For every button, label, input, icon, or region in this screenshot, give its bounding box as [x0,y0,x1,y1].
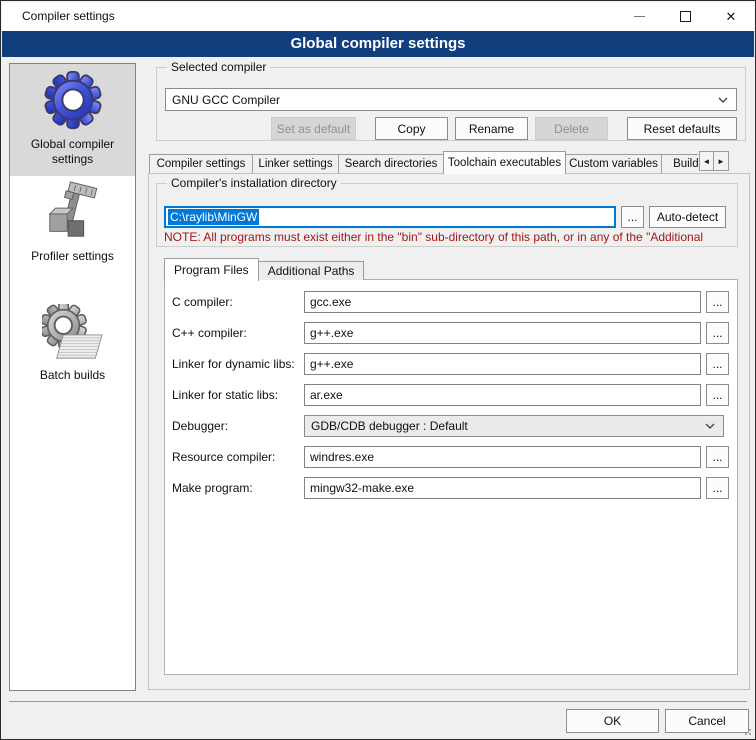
autodetect-button[interactable]: Auto-detect [649,206,726,228]
delete-button[interactable]: Delete [535,117,608,140]
rename-button[interactable]: Rename [455,117,528,140]
footer-divider [9,701,747,702]
tab-search-directories[interactable]: Search directories [338,154,444,174]
maximize-icon [680,11,691,22]
gear-stack-icon [42,304,104,362]
titlebar: Compiler settings ✕ [2,2,754,31]
resource-compiler-browse-button[interactable]: ... [706,446,729,468]
resize-grip[interactable] [742,726,751,735]
settings-category-list: Global compiler settings Profiler settin… [9,63,136,691]
resource-compiler-input[interactable] [304,446,701,468]
reset-defaults-button[interactable]: Reset defaults [627,117,737,140]
window-controls: ✕ [616,2,754,31]
dialog-header: Global compiler settings [2,31,754,57]
debugger-select-value: GDB/CDB debugger : Default [311,419,468,433]
make-program-browse-button[interactable]: ... [706,477,729,499]
compiler-select-value: GNU GCC Compiler [172,93,280,107]
sidebar-item-label: Profiler settings [13,249,132,264]
c-compiler-input[interactable] [304,291,701,313]
window-title: Compiler settings [22,2,115,31]
browse-directory-button[interactable]: ... [621,206,644,228]
tab-linker-settings[interactable]: Linker settings [252,154,339,174]
make-program-label: Make program: [172,477,303,499]
right-arrow-icon: ► [717,157,725,166]
chevron-down-icon [718,97,728,103]
resource-compiler-label: Resource compiler: [172,446,303,468]
note-text: NOTE: All programs must exist either in … [164,230,737,244]
tab-scroll-left-button[interactable]: ◄ [699,151,714,171]
linker-static-label: Linker for static libs: [172,384,303,406]
tab-toolchain-executables[interactable]: Toolchain executables [443,151,566,174]
cpp-compiler-input[interactable] [304,322,701,344]
minimize-button[interactable] [616,2,662,31]
linker-static-input[interactable] [304,384,701,406]
caliper-icon [42,181,104,243]
installation-directory-input[interactable]: C:\raylib\MinGW [164,206,616,228]
tab-custom-variables[interactable]: Custom variables [565,154,662,174]
selected-compiler-legend: Selected compiler [167,60,270,74]
installation-directory-legend: Compiler's installation directory [167,176,341,190]
debugger-label: Debugger: [172,415,303,437]
toolchain-subtabs: Program Files Additional Paths [164,258,363,280]
compiler-actions: Set as default Copy Rename Delete Reset … [165,117,737,140]
cancel-button[interactable]: Cancel [665,709,749,733]
compiler-settings-dialog: Compiler settings ✕ Global compiler sett… [0,0,756,740]
compiler-select[interactable]: GNU GCC Compiler [165,88,737,111]
cpp-compiler-browse-button[interactable]: ... [706,322,729,344]
cpp-compiler-label: C++ compiler: [172,322,303,344]
linker-dynamic-browse-button[interactable]: ... [706,353,729,375]
minimize-icon [634,16,645,17]
debugger-select[interactable]: GDB/CDB debugger : Default [304,415,724,437]
ok-button[interactable]: OK [566,709,659,733]
linker-dynamic-label: Linker for dynamic libs: [172,353,303,375]
sidebar-item-label: Global compiler settings [13,137,132,167]
close-button[interactable]: ✕ [708,2,754,31]
subtab-program-files[interactable]: Program Files [164,258,259,281]
sidebar-item-global-compiler-settings[interactable]: Global compiler settings [10,64,135,176]
left-arrow-icon: ◄ [703,157,711,166]
settings-tabstrip: Compiler settings Linker settings Search… [149,151,698,174]
sidebar-item-profiler-settings[interactable]: Profiler settings [10,176,135,273]
linker-static-browse-button[interactable]: ... [706,384,729,406]
make-program-input[interactable] [304,477,701,499]
chevron-down-icon [705,423,715,429]
tab-compiler-settings[interactable]: Compiler settings [149,154,253,174]
tab-scroll-buttons: ◄ ► [699,151,729,171]
close-icon: ✕ [726,10,737,23]
maximize-button[interactable] [662,2,708,31]
linker-dynamic-input[interactable] [304,353,701,375]
copy-button[interactable]: Copy [375,117,448,140]
selected-compiler-group: Selected compiler GNU GCC Compiler Set a… [156,67,746,141]
c-compiler-browse-button[interactable]: ... [706,291,729,313]
tab-build-options[interactable]: Build options [661,154,698,174]
blue-gear-icon [42,69,104,131]
selected-path-text: C:\raylib\MinGW [168,209,259,225]
tab-scroll-right-button[interactable]: ► [714,151,729,171]
sidebar-item-label: Batch builds [13,368,132,383]
subtab-additional-paths[interactable]: Additional Paths [258,261,365,280]
c-compiler-label: C compiler: [172,291,303,313]
sidebar-item-batch-builds[interactable]: Batch builds [10,299,135,392]
set-as-default-button[interactable]: Set as default [271,117,356,140]
